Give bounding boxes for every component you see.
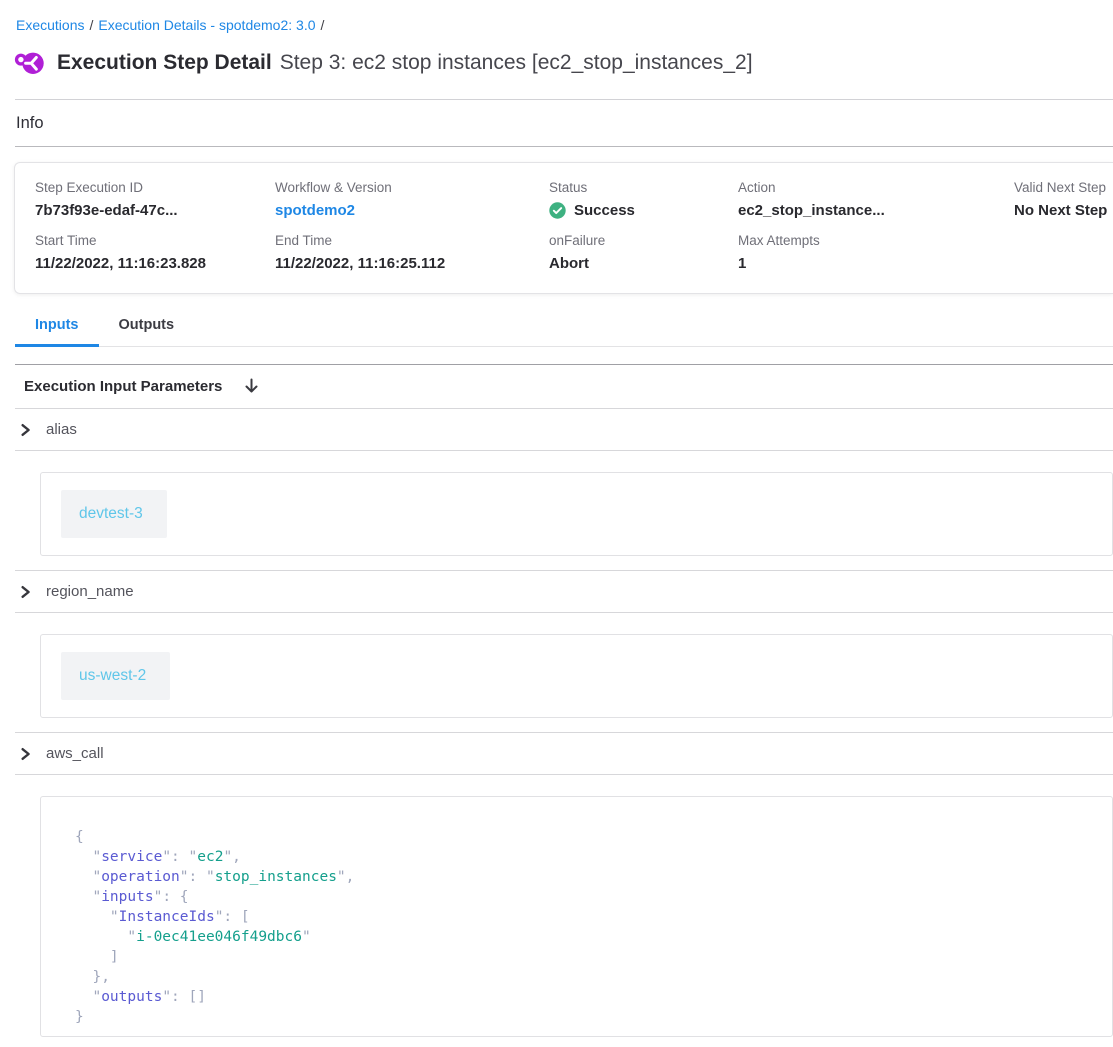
region-name-value-chip: us-west-2 — [61, 652, 170, 700]
field-value: 11/22/2022, 11:16:23.828 — [35, 255, 275, 272]
field-status: Status Success — [549, 180, 738, 219]
field-value: 11/22/2022, 11:16:25.112 — [275, 255, 549, 272]
section-alias-label: alias — [46, 421, 77, 438]
field-label: onFailure — [549, 233, 738, 248]
page-subtitle: Step 3: ec2 stop instances [ec2_stop_ins… — [280, 51, 753, 74]
execution-input-parameters-header: Execution Input Parameters — [0, 365, 1113, 408]
field-label: Valid Next Step — [1014, 180, 1113, 195]
params-title: Execution Input Parameters — [24, 378, 222, 395]
field-value: Abort — [549, 255, 738, 272]
field-label: Workflow & Version — [275, 180, 549, 195]
breadcrumb-separator: / — [321, 17, 325, 33]
workflow-logo-icon — [14, 48, 44, 78]
breadcrumb: Executions / Execution Details - spotdemo2… — [0, 0, 1113, 33]
section-aws-call-label: aws_call — [46, 745, 104, 762]
section-alias-header[interactable]: alias — [0, 409, 1113, 450]
alias-value-chip: devtest-3 — [61, 490, 167, 538]
field-end-time: End Time 11/22/2022, 11:16:25.112 — [275, 233, 549, 272]
status-text: Success — [574, 202, 635, 219]
section-region-name-header[interactable]: region_name — [0, 571, 1113, 612]
title-bar: Execution Step Detail Step 3: ec2 stop in… — [14, 48, 1113, 78]
field-start-time: Start Time 11/22/2022, 11:16:23.828 — [35, 233, 275, 272]
info-card: Step Execution ID 7b73f93e-edaf-47c... W… — [14, 162, 1113, 294]
field-label: Start Time — [35, 233, 275, 248]
section-region-name-label: region_name — [46, 583, 134, 600]
tab-bar: Inputs Outputs — [15, 309, 1113, 347]
row-divider — [15, 774, 1113, 775]
region-name-value-panel: us-west-2 — [40, 634, 1113, 718]
breadcrumb-link-executions[interactable]: Executions — [16, 17, 84, 33]
field-value: 1 — [738, 255, 1014, 272]
title-divider — [15, 99, 1113, 100]
success-check-icon — [549, 202, 566, 219]
page-title: Execution Step Detail — [57, 51, 272, 74]
field-label: Max Attempts — [738, 233, 1014, 248]
field-label: Status — [549, 180, 738, 195]
download-arrow-icon[interactable] — [244, 378, 259, 395]
field-onfailure: onFailure Abort — [549, 233, 738, 272]
field-value: No Next Step — [1014, 202, 1113, 219]
aws-call-code-block: { "service": "ec2", "operation": "stop_i… — [75, 827, 1112, 1027]
field-label: End Time — [275, 233, 549, 248]
field-step-execution-id: Step Execution ID 7b73f93e-edaf-47c... — [35, 180, 275, 219]
field-valid-next-step: Valid Next Step No Next Step — [1014, 180, 1113, 219]
chevron-right-icon — [20, 423, 31, 437]
section-aws-call-header[interactable]: aws_call — [0, 733, 1113, 774]
breadcrumb-link-execution-details[interactable]: Execution Details - spotdemo2: 3.0 — [98, 17, 315, 33]
field-label: Action — [738, 180, 1014, 195]
field-action: Action ec2_stop_instance... — [738, 180, 1014, 219]
breadcrumb-separator: / — [89, 17, 93, 33]
field-workflow-version: Workflow & Version spotdemo2 — [275, 180, 549, 219]
tab-inputs[interactable]: Inputs — [15, 309, 99, 347]
tab-outputs[interactable]: Outputs — [99, 309, 195, 347]
info-heading: Info — [16, 114, 1113, 133]
field-max-attempts: Max Attempts 1 — [738, 233, 1014, 272]
field-value: 7b73f93e-edaf-47c... — [35, 202, 275, 219]
row-divider — [15, 612, 1113, 613]
workflow-version-link[interactable]: spotdemo2 — [275, 202, 549, 219]
field-label: Step Execution ID — [35, 180, 275, 195]
aws-call-value-panel: { "service": "ec2", "operation": "stop_i… — [40, 796, 1113, 1037]
info-divider — [15, 146, 1113, 147]
field-value: ec2_stop_instance... — [738, 202, 1014, 219]
chevron-right-icon — [20, 585, 31, 599]
row-divider — [15, 450, 1113, 451]
chevron-right-icon — [20, 747, 31, 761]
alias-value-panel: devtest-3 — [40, 472, 1113, 556]
